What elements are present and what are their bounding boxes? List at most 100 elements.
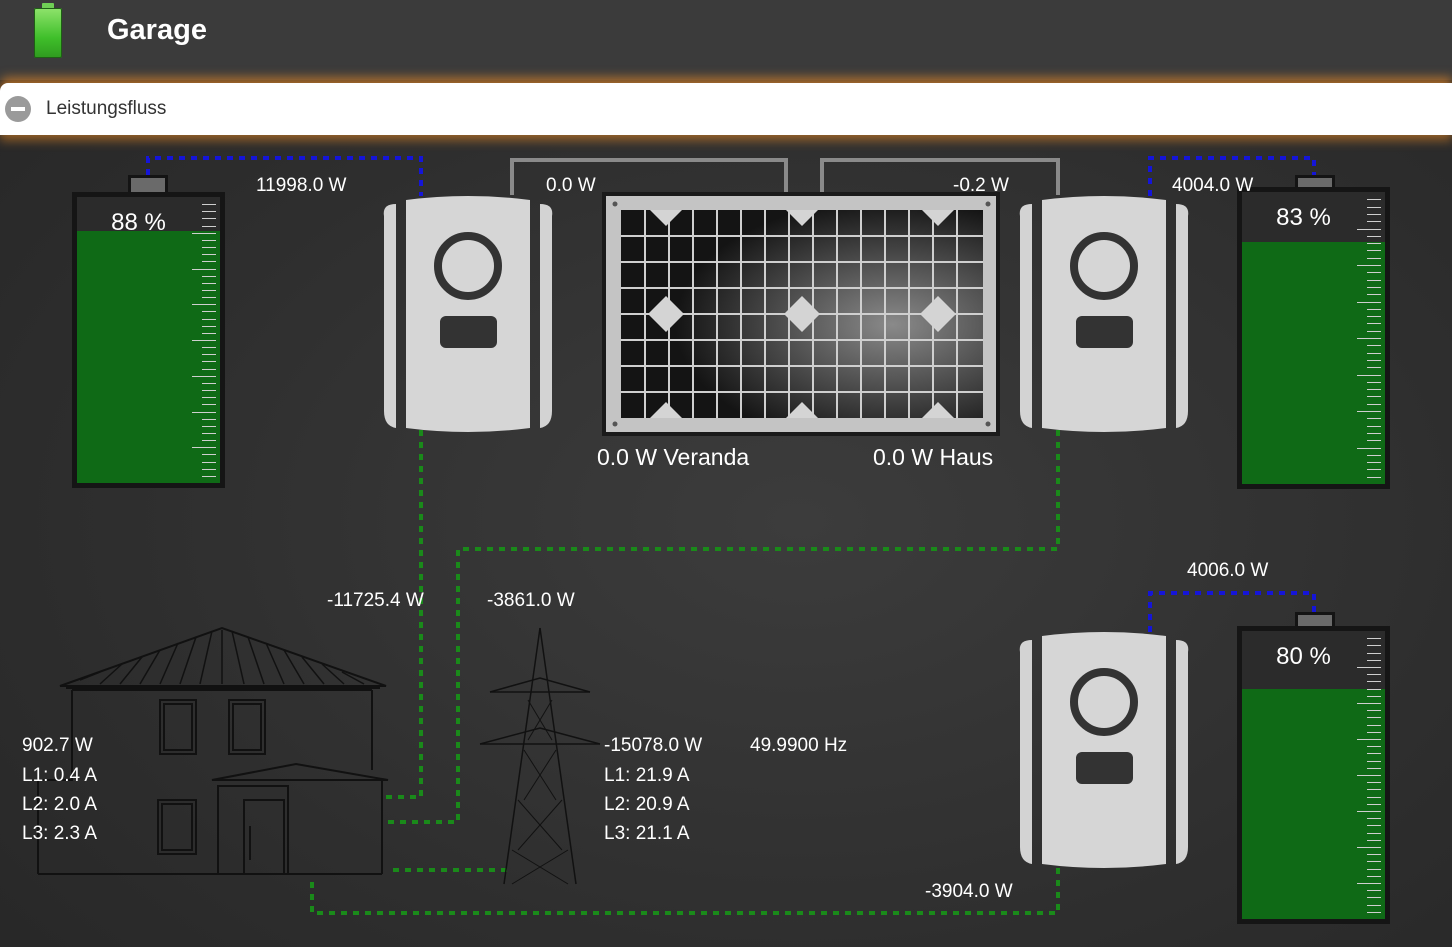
battery-scale-tick [1367, 258, 1381, 259]
battery-scale-tick [202, 254, 216, 255]
battery-scale-tick [1367, 294, 1381, 295]
battery-scale-tick [202, 276, 216, 277]
battery-scale-tick [1367, 360, 1381, 361]
battery-scale-tick [202, 361, 216, 362]
battery-scale-tick [1367, 331, 1381, 332]
battery-scale-tick [202, 476, 216, 477]
battery-scale-tick [1357, 739, 1381, 740]
battery-scale-tick [202, 347, 216, 348]
battery-scale-tick [1367, 797, 1381, 798]
battery-scale-tick [1367, 818, 1381, 819]
battery-scale-tick [1367, 905, 1381, 906]
inverter-left-ac-power: -11725.4 W [327, 590, 424, 611]
battery-scale-tick [202, 297, 216, 298]
battery-scale-tick [192, 340, 216, 341]
battery-scale-tick [202, 383, 216, 384]
battery-scale-tick [1367, 717, 1381, 718]
battery-scale-tick [202, 211, 216, 212]
battery-scale-tick [192, 376, 216, 377]
battery-scale-tick [202, 369, 216, 370]
battery-scale-tick [1367, 433, 1381, 434]
battery-scale-tick [1367, 418, 1381, 419]
battery-scale-tick [1367, 782, 1381, 783]
battery-scale-tick [202, 226, 216, 227]
battery-scale-tick [192, 412, 216, 413]
battery-scale-tick [1367, 912, 1381, 913]
inverter-right-pv-power: -0.2 W [953, 175, 1009, 196]
battery-scale-tick [1367, 221, 1381, 222]
grid-frequency: 49.9900 Hz [750, 735, 848, 756]
grid-l1: L1: 21.9 A [604, 765, 690, 786]
battery-scale-tick [202, 283, 216, 284]
battery-scale-tick [202, 397, 216, 398]
battery-scale-tick [1367, 890, 1381, 891]
battery-scale-tick [202, 462, 216, 463]
battery-scale-tick [202, 404, 216, 405]
battery-scale-tick [202, 440, 216, 441]
battery-scale-tick [192, 304, 216, 305]
inverter-right-top [1020, 196, 1189, 432]
battery-scale-tick [202, 319, 216, 320]
battery-scale-tick [202, 247, 216, 248]
battery-scale-tick [202, 218, 216, 219]
battery-scale-tick [1357, 775, 1381, 776]
battery-scale [1355, 192, 1381, 484]
battery-scale-tick [202, 240, 216, 241]
battery-scale-tick [1367, 345, 1381, 346]
battery-scale-tick [1367, 897, 1381, 898]
battery-scale-tick [1357, 375, 1381, 376]
battery-scale-tick [1357, 703, 1381, 704]
battery-scale-tick [1367, 367, 1381, 368]
battery-scale-tick [1367, 653, 1381, 654]
battery-scale-tick [202, 390, 216, 391]
battery-scale-tick [1357, 847, 1381, 848]
battery-scale-tick [1367, 732, 1381, 733]
battery-scale-tick [1357, 667, 1381, 668]
battery-scale-tick [1357, 229, 1381, 230]
battery-scale-tick [1367, 316, 1381, 317]
battery-scale-tick [1367, 833, 1381, 834]
grid-power: -15078.0 W [604, 735, 703, 756]
battery-scale-tick [1367, 746, 1381, 747]
battery-scale-tick [1367, 638, 1381, 639]
battery-scale-tick [1367, 243, 1381, 244]
battery-scale-tick [1367, 674, 1381, 675]
battery-scale-tick [1367, 404, 1381, 405]
battery-scale-tick [1367, 645, 1381, 646]
battery-scale-tick [1367, 789, 1381, 790]
battery-scale-tick [1367, 477, 1381, 478]
battery-left-power: 11998.0 W [256, 175, 347, 196]
battery-scale-tick [1357, 448, 1381, 449]
battery-scale-tick [1367, 309, 1381, 310]
battery-scale-tick [1367, 250, 1381, 251]
battery-scale-tick [202, 261, 216, 262]
battery-scale-tick [1357, 411, 1381, 412]
battery-scale-tick [1367, 753, 1381, 754]
house-l3: L3: 2.3 A [22, 823, 98, 844]
battery-scale-tick [202, 290, 216, 291]
battery-scale-tick [1367, 689, 1381, 690]
grid-l2: L2: 20.9 A [604, 794, 690, 815]
battery-scale-tick [202, 433, 216, 434]
grid-transfer-power: -3861.0 W [487, 590, 575, 611]
battery-scale-tick [202, 311, 216, 312]
battery-scale-tick [1367, 389, 1381, 390]
inverter-bottom-ac-power: -3904.0 W [925, 881, 1013, 902]
battery-scale-tick [1367, 469, 1381, 470]
battery-scale-tick [1357, 811, 1381, 812]
battery-scale-tick [1367, 462, 1381, 463]
inverter-left [384, 196, 553, 432]
battery-scale-tick [1367, 280, 1381, 281]
battery-scale-tick [1367, 272, 1381, 273]
battery-scale-tick [202, 454, 216, 455]
battery-scale-tick [202, 469, 216, 470]
battery-scale-tick [1367, 876, 1381, 877]
battery-scale-tick [1357, 265, 1381, 266]
inverter-right-bottom [1020, 632, 1189, 868]
battery-scale-tick [1367, 696, 1381, 697]
battery-scale-tick [1367, 681, 1381, 682]
battery-scale-tick [1367, 840, 1381, 841]
battery-scale-tick [1367, 861, 1381, 862]
battery-scale-tick [1367, 323, 1381, 324]
battery-scale-tick [1367, 869, 1381, 870]
